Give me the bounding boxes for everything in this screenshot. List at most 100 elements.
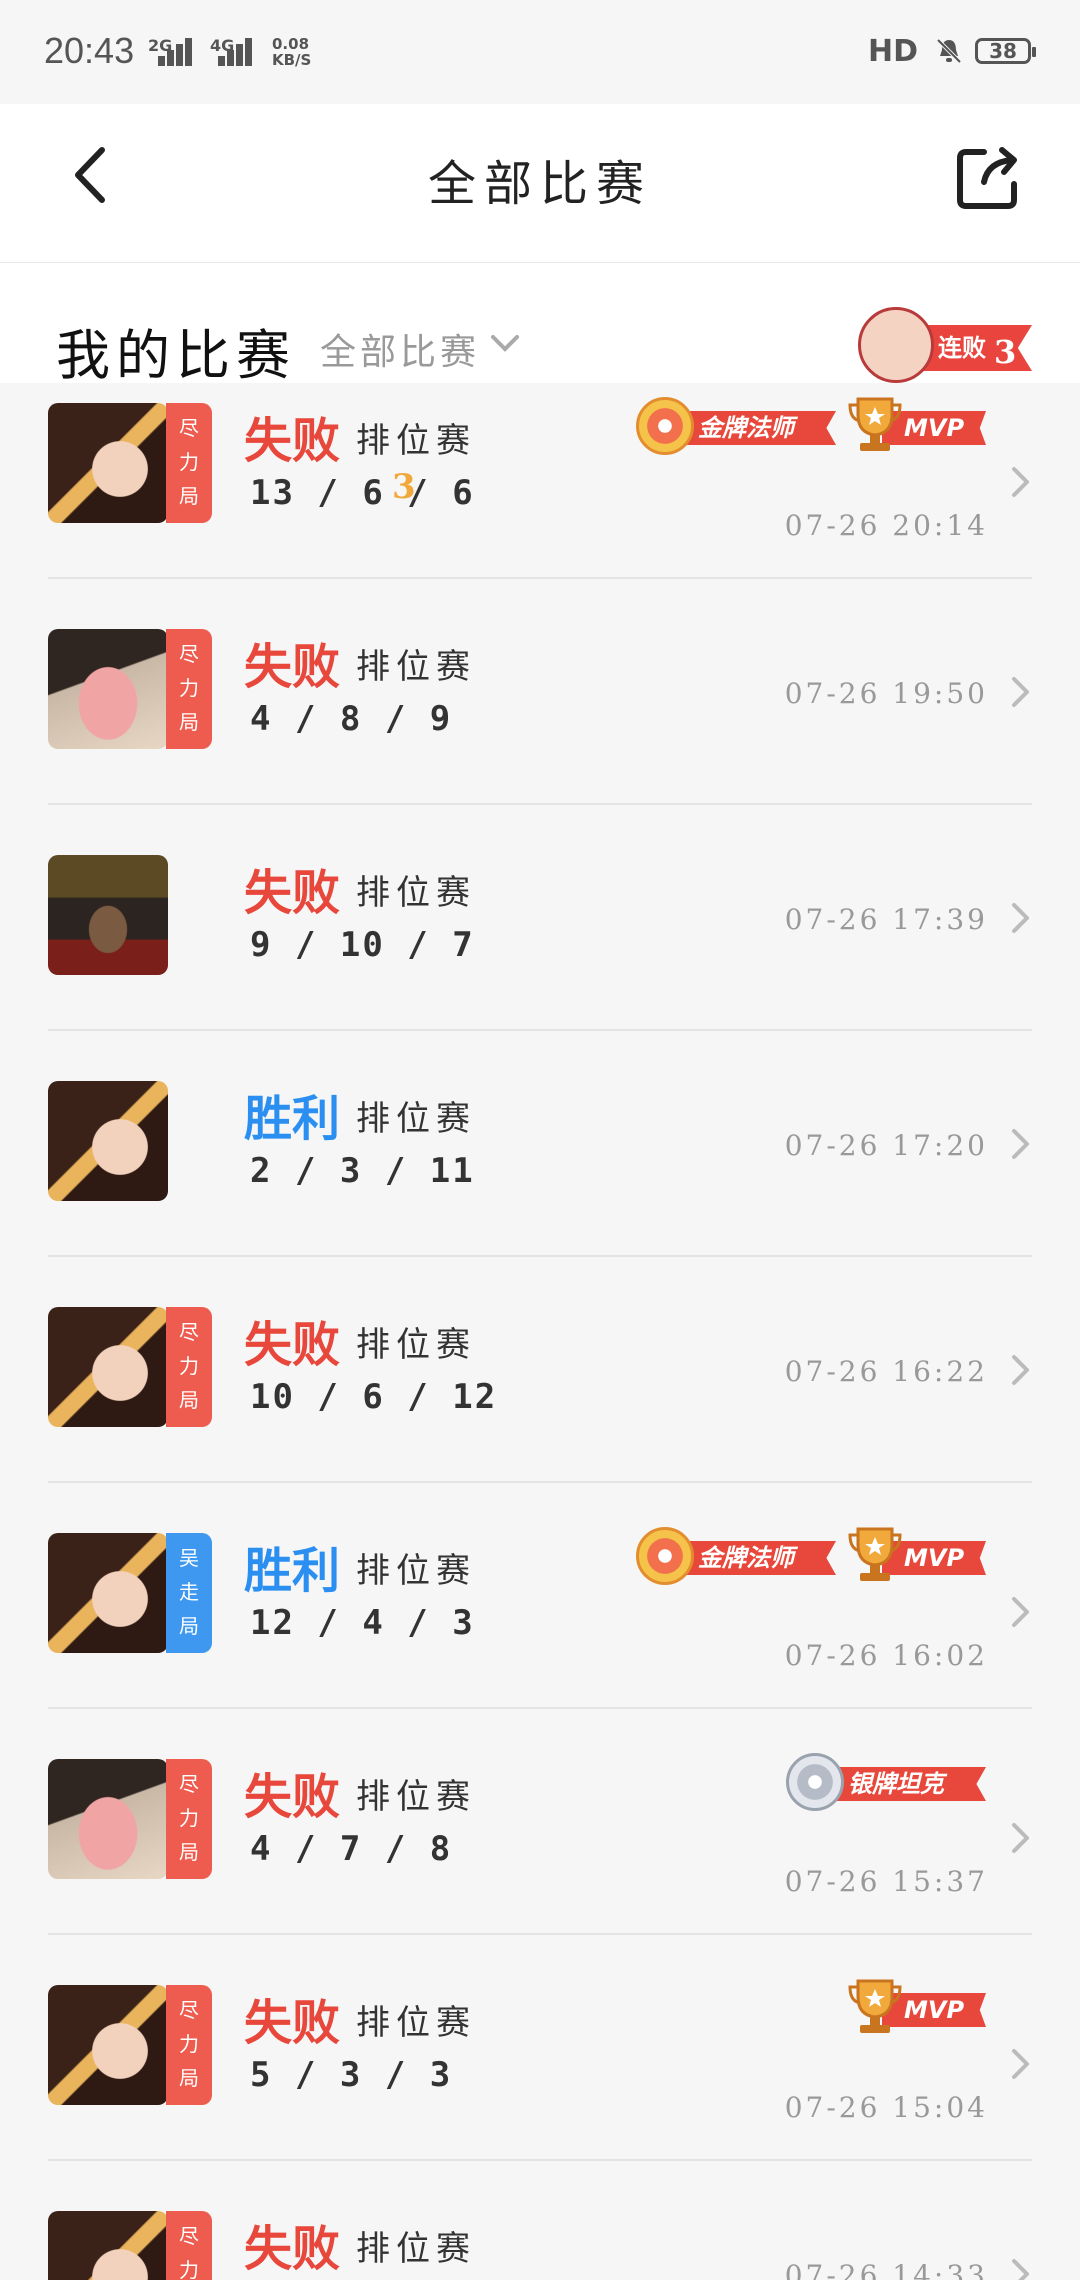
- match-time: 07-26 16:02: [784, 1639, 988, 1672]
- match-mode: 排位赛: [356, 421, 476, 461]
- performance-ribbon: 吴走局: [166, 1533, 212, 1653]
- match-result: 失败: [244, 1995, 341, 2051]
- ribbon-char: 局: [179, 1840, 199, 1864]
- silver-tank-badge: 银牌坦克: [786, 1753, 986, 1811]
- ribbon-char: 尽: [179, 416, 199, 440]
- trophy-icon: [848, 397, 902, 451]
- match-row[interactable]: 尽力局失败 排位赛 13 / 6 / 6 3 07-26 20:14 MVP 金牌法师: [0, 383, 1080, 579]
- match-result: 失败: [244, 639, 341, 695]
- kda-score: 4 / 7 / 8: [250, 1829, 453, 1869]
- losing-streak-badge: 连败 3: [858, 307, 1034, 383]
- achievement-badges: MVP: [836, 1979, 986, 2037]
- mvp-badge: MVP: [846, 1979, 986, 2037]
- ribbon-char: 尽: [179, 1998, 199, 2022]
- match-time: 07-26 14:33: [784, 2259, 988, 2280]
- chevron-right-icon[interactable]: [1010, 465, 1032, 499]
- ribbon-char: 力: [179, 2032, 199, 2056]
- chevron-right-icon[interactable]: [1010, 1595, 1032, 1629]
- match-time: 07-26 19:50: [784, 677, 988, 710]
- match-result: 失败: [244, 1317, 341, 1373]
- chevron-right-icon[interactable]: [1010, 901, 1032, 935]
- match-row[interactable]: 尽力局失败 排位赛 10 / 6 / 12 07-26 16:22: [0, 1257, 1080, 1483]
- hero-avatar: [48, 403, 168, 523]
- signal-bars-icon: [210, 34, 254, 66]
- share-icon[interactable]: [950, 140, 1026, 216]
- match-result: 胜利: [244, 1543, 341, 1599]
- achievement-badges: 银牌坦克: [778, 1753, 986, 1811]
- ribbon-char: 局: [179, 710, 199, 734]
- hero-avatar: [48, 1081, 168, 1201]
- ribbon-char: 局: [179, 1388, 199, 1412]
- achievement-badges: MVP 金牌法师: [628, 397, 986, 455]
- status-time: 20:43: [44, 30, 135, 71]
- app-header: 全部比赛: [0, 104, 1080, 263]
- match-result: 失败: [244, 2221, 341, 2277]
- kda-score: 5 / 3 / 3: [250, 2055, 453, 2095]
- match-row[interactable]: 尽力局失败 排位赛 4 / 8 / 9 07-26 19:50: [0, 579, 1080, 805]
- kda-score: 9 / 10 / 7: [250, 925, 475, 965]
- match-type-dropdown[interactable]: 全部比赛: [320, 323, 480, 375]
- performance-ribbon: 尽力局: [166, 1985, 212, 2105]
- ribbon-char: 力: [179, 1354, 199, 1378]
- ribbon-char: 尽: [179, 642, 199, 666]
- match-time: 07-26 20:14: [784, 509, 988, 542]
- match-list: 尽力局失败 排位赛 13 / 6 / 6 3 07-26 20:14 MVP 金牌法师尽力局…: [0, 383, 1080, 2280]
- match-mode: 排位赛: [356, 1099, 476, 1139]
- match-time: 07-26 15:37: [784, 1865, 988, 1898]
- match-result: 失败: [244, 413, 341, 469]
- match-row[interactable]: 失败 排位赛 9 / 10 / 7 07-26 17:39: [0, 805, 1080, 1031]
- match-row[interactable]: 尽力局失败 排位赛 4 / 7 / 8 07-26 15:37 银牌坦克: [0, 1709, 1080, 1935]
- medal-icon: [636, 1527, 694, 1585]
- trophy-icon: [848, 1979, 902, 2033]
- performance-ribbon: 尽力局: [166, 2211, 212, 2280]
- performance-ribbon: 尽力局: [166, 629, 212, 749]
- rank-number: 3: [392, 467, 416, 507]
- chevron-right-icon[interactable]: [1010, 675, 1032, 709]
- match-row[interactable]: 尽力局失败排位赛6 / 5 / 1007-26 14:33: [0, 2161, 1080, 2280]
- medal-icon: [636, 397, 694, 455]
- ribbon-char: 尽: [179, 1320, 199, 1344]
- ribbon-char: 局: [179, 484, 199, 508]
- hero-avatar: [48, 1985, 168, 2105]
- bell-muted-icon: [936, 38, 962, 64]
- match-time: 07-26 17:39: [784, 903, 988, 936]
- page-title: 全部比赛: [427, 156, 652, 212]
- kda-score: 12 / 4 / 3: [250, 1603, 475, 1643]
- streak-avatar-icon: [858, 307, 934, 383]
- match-row[interactable]: 胜利 排位赛 2 / 3 / 11 07-26 17:20: [0, 1031, 1080, 1257]
- gold-mage-badge: 金牌法师: [636, 397, 836, 455]
- signal-bars-icon: [150, 34, 194, 66]
- gold-mage-badge: 金牌法师: [636, 1527, 836, 1585]
- chevron-down-icon[interactable]: [490, 333, 520, 353]
- hero-avatar: [48, 1759, 168, 1879]
- match-result: 胜利: [244, 1091, 341, 1147]
- chevron-right-icon[interactable]: [1010, 1353, 1032, 1387]
- kda-score: 2 / 3 / 11: [250, 1151, 475, 1191]
- achievement-badges: MVP 金牌法师: [628, 1527, 986, 1585]
- badge-label: 金牌法师: [676, 411, 836, 445]
- chevron-right-icon[interactable]: [1010, 1821, 1032, 1855]
- match-row[interactable]: 吴走局胜利 排位赛 12 / 4 / 3 07-26 16:02 MVP 金牌法师: [0, 1483, 1080, 1709]
- mvp-badge: MVP: [846, 1527, 986, 1585]
- hero-avatar: [48, 629, 168, 749]
- kda-score: 4 / 8 / 9: [250, 699, 453, 739]
- performance-ribbon: 尽力局: [166, 1759, 212, 1879]
- network-speed: 0.08 KB/S: [272, 35, 312, 69]
- match-mode: 排位赛: [356, 2229, 476, 2269]
- ribbon-char: 局: [179, 1614, 199, 1638]
- match-mode: 排位赛: [356, 873, 476, 913]
- ribbon-char: 局: [179, 2066, 199, 2090]
- ribbon-char: 吴: [179, 1546, 199, 1570]
- match-row[interactable]: 尽力局失败 排位赛 5 / 3 / 3 07-26 15:04 MVP: [0, 1935, 1080, 2161]
- match-filter-bar: 我的比赛 全部比赛 连败 3: [0, 263, 1080, 387]
- chevron-right-icon[interactable]: [1010, 1127, 1032, 1161]
- match-time: 07-26 17:20: [784, 1129, 988, 1162]
- match-time: 07-26 16:22: [784, 1355, 988, 1388]
- chevron-right-icon[interactable]: [1010, 2257, 1032, 2280]
- badge-label: 金牌法师: [676, 1541, 836, 1575]
- ribbon-char: 尽: [179, 2224, 199, 2248]
- chevron-right-icon[interactable]: [1010, 2047, 1032, 2081]
- ribbon-char: 走: [179, 1580, 199, 1604]
- ribbon-char: 力: [179, 676, 199, 700]
- hero-avatar: [48, 855, 168, 975]
